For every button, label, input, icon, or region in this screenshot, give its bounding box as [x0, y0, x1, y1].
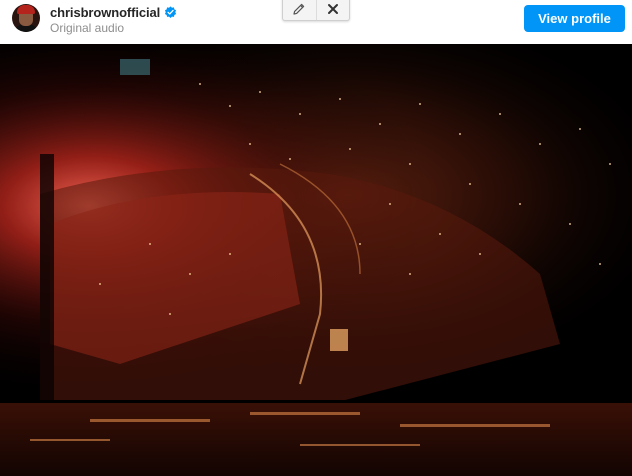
close-icon — [327, 4, 338, 14]
avatar[interactable] — [12, 4, 40, 32]
post-header: chrisbrownofficial Original audio View p… — [0, 0, 632, 44]
close-button[interactable] — [315, 0, 350, 20]
audio-label[interactable]: Original audio — [50, 21, 124, 35]
view-profile-button[interactable]: View profile — [524, 5, 625, 32]
edit-button[interactable] — [283, 0, 316, 20]
username-link[interactable]: chrisbrownofficial — [50, 5, 160, 20]
username-row: chrisbrownofficial — [50, 4, 177, 20]
pencil-icon — [293, 3, 305, 15]
verified-badge-icon — [165, 5, 177, 18]
edit-toolbar — [282, 0, 350, 21]
concert-crowd-video-frame — [0, 44, 632, 476]
video-player[interactable] — [0, 44, 632, 476]
